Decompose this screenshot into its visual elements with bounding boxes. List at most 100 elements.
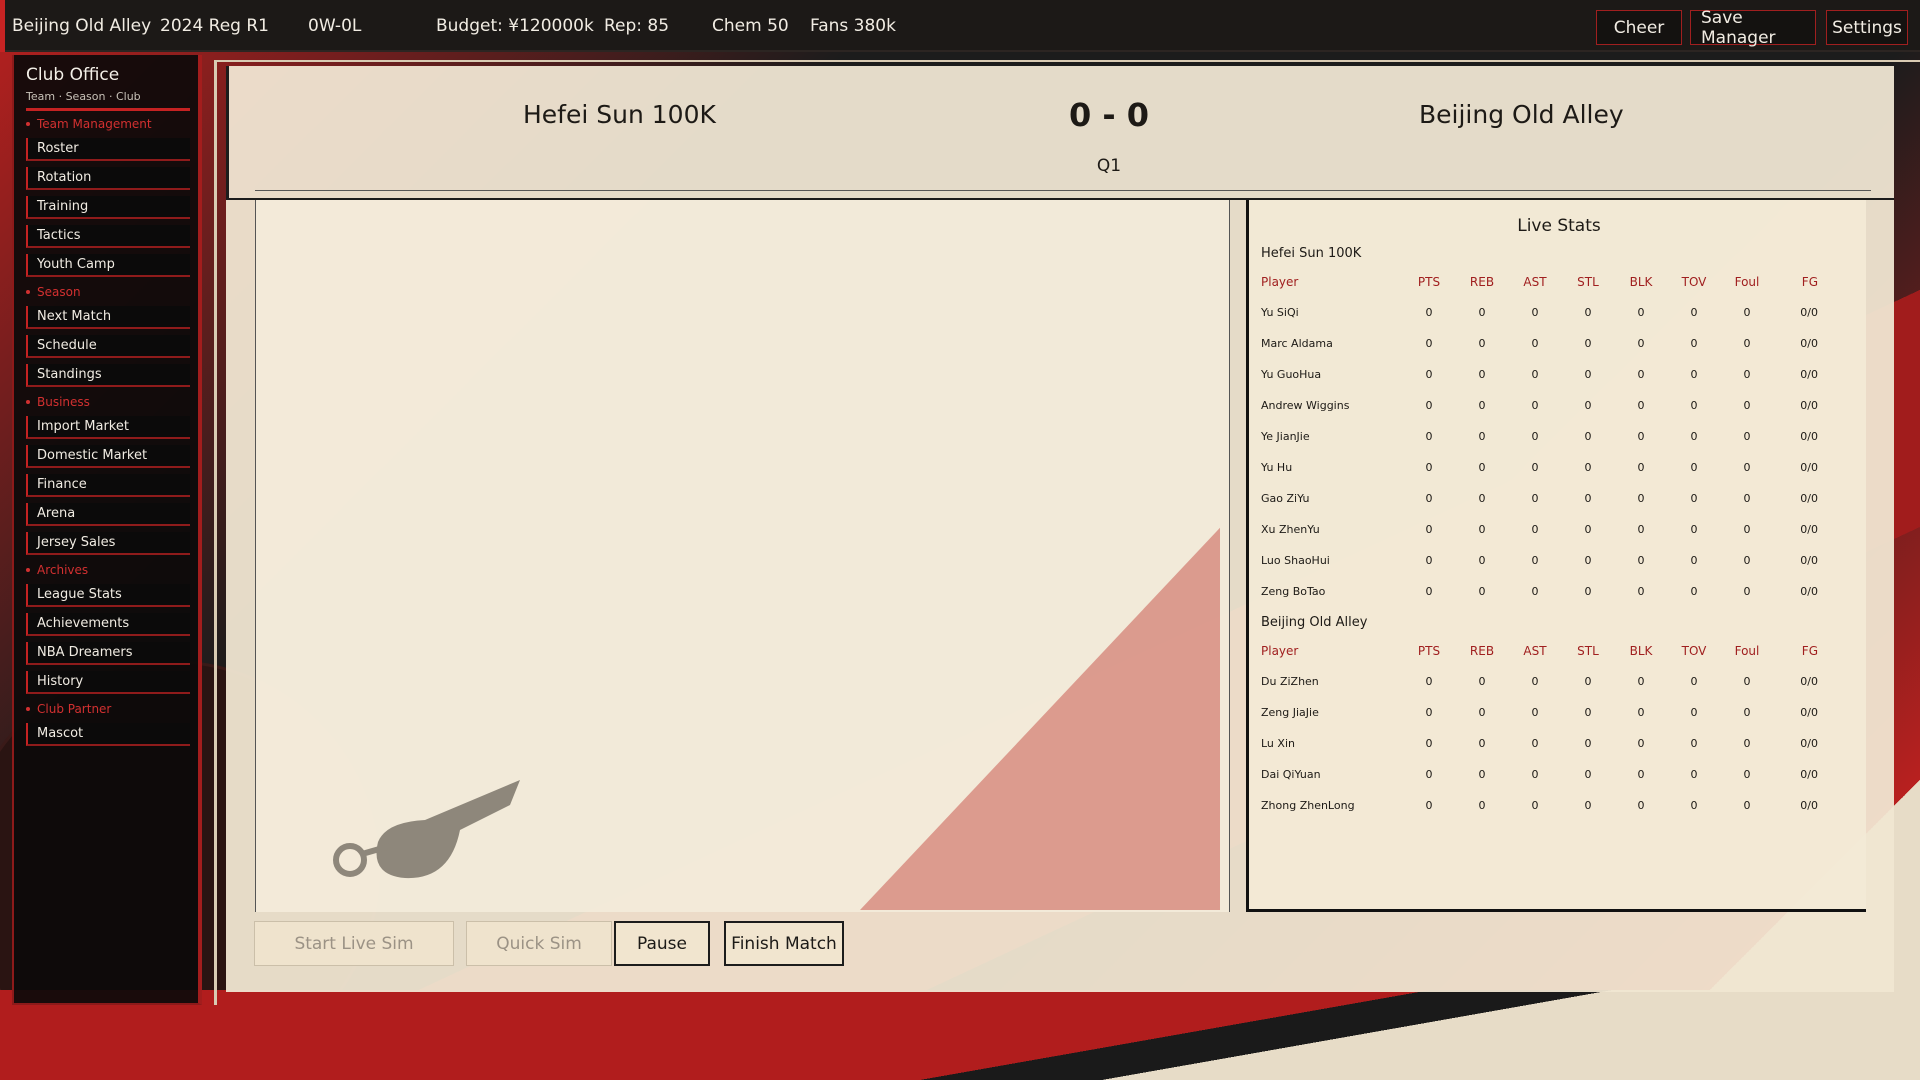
cheer-button[interactable]: Cheer <box>1596 10 1682 45</box>
quarter-label: Q1 <box>1096 156 1122 176</box>
app-background: Beijing Old Alley 2024 Reg R1 0W-0L Budg… <box>0 0 1920 1080</box>
col-blk: BLK <box>1629 644 1653 658</box>
sidebar-item-finance[interactable]: Finance <box>26 474 190 497</box>
sidebar-item-training[interactable]: Training <box>26 196 190 219</box>
foul-value: 0 <box>1743 706 1751 719</box>
sidebar-item-league-stats[interactable]: League Stats <box>26 584 190 607</box>
ast-value: 0 <box>1531 306 1539 319</box>
foul-value: 0 <box>1743 492 1751 505</box>
sidebar-item-tactics[interactable]: Tactics <box>26 225 190 248</box>
reb-value: 0 <box>1478 799 1486 812</box>
col-tov: TOV <box>1681 644 1707 658</box>
settings-button[interactable]: Settings <box>1826 10 1908 45</box>
sidebar-item-history[interactable]: History <box>26 671 190 694</box>
sidebar-item-next-match[interactable]: Next Match <box>26 306 190 329</box>
ast-value: 0 <box>1531 706 1539 719</box>
start-live-sim-button[interactable]: Start Live Sim <box>254 921 454 966</box>
fg-value: 0/0 <box>1800 492 1818 505</box>
live-stats-panel: Live Stats Hefei Sun 100K Player PTS REB… <box>1246 200 1866 912</box>
tov-value: 0 <box>1690 585 1698 598</box>
foul-value: 0 <box>1743 337 1751 350</box>
fg-value: 0/0 <box>1800 368 1818 381</box>
reb-value: 0 <box>1478 737 1486 750</box>
col-fg: FG <box>1801 275 1818 289</box>
section-season: Season <box>26 285 81 299</box>
section-label: Business <box>37 395 90 409</box>
tov-value: 0 <box>1690 554 1698 567</box>
foul-value: 0 <box>1743 430 1751 443</box>
reb-value: 0 <box>1478 585 1486 598</box>
reb-value: 0 <box>1478 523 1486 536</box>
pts-value: 0 <box>1425 675 1433 688</box>
sidebar-item-nba-dreamers[interactable]: NBA Dreamers <box>26 642 190 665</box>
tov-value: 0 <box>1690 492 1698 505</box>
blk-value: 0 <box>1637 585 1645 598</box>
player-name: Gao ZiYu <box>1261 492 1310 505</box>
sidebar-item-rotation[interactable]: Rotation <box>26 167 190 190</box>
ast-value: 0 <box>1531 430 1539 443</box>
stl-value: 0 <box>1584 399 1592 412</box>
section-label: Team Management <box>37 117 152 131</box>
pts-value: 0 <box>1425 368 1433 381</box>
foul-value: 0 <box>1743 768 1751 781</box>
col-reb: REB <box>1469 275 1495 289</box>
stl-value: 0 <box>1584 306 1592 319</box>
player-name: Andrew Wiggins <box>1261 399 1350 412</box>
pause-button[interactable]: Pause <box>614 921 710 966</box>
foul-value: 0 <box>1743 399 1751 412</box>
sidebar-item-roster[interactable]: Roster <box>26 138 190 161</box>
sidebar-item-standings[interactable]: Standings <box>26 364 190 387</box>
fg-value: 0/0 <box>1800 337 1818 350</box>
blk-value: 0 <box>1637 554 1645 567</box>
player-name: Ye JianJie <box>1261 430 1310 443</box>
tov-value: 0 <box>1690 399 1698 412</box>
sidebar-title: Club Office <box>26 65 120 85</box>
col-foul: Foul <box>1734 275 1760 289</box>
scoreboard: Hefei Sun 100K 0 - 0 Beijing Old Alley Q… <box>226 66 1894 200</box>
tov-value: 0 <box>1690 430 1698 443</box>
home-team-name: Hefei Sun 100K <box>523 100 716 129</box>
chemistry-label: Chem 50 <box>712 16 789 36</box>
foul-value: 0 <box>1743 585 1751 598</box>
ast-value: 0 <box>1531 585 1539 598</box>
bullet-icon <box>26 400 30 404</box>
reb-value: 0 <box>1478 554 1486 567</box>
sidebar-item-import-market[interactable]: Import Market <box>26 416 190 439</box>
sidebar-item-achievements[interactable]: Achievements <box>26 613 190 636</box>
sidebar-item-youth-camp[interactable]: Youth Camp <box>26 254 190 277</box>
blk-value: 0 <box>1637 461 1645 474</box>
season-label: 2024 Reg R1 <box>160 16 269 36</box>
stats-row: Du ZiZhen 0 0 0 0 0 0 0 0/0 <box>1261 675 1861 695</box>
save-manager-button[interactable]: Save Manager <box>1690 8 1816 48</box>
player-name: Lu Xin <box>1261 737 1295 750</box>
sidebar-item-domestic-market[interactable]: Domestic Market <box>26 445 190 468</box>
tov-value: 0 <box>1690 368 1698 381</box>
away-stats-header: Player PTS REB AST STL BLK TOV Foul FG <box>1261 644 1861 664</box>
top-bar-accent <box>0 0 5 52</box>
fg-value: 0/0 <box>1800 768 1818 781</box>
sidebar-item-jersey-sales[interactable]: Jersey Sales <box>26 532 190 555</box>
sidebar-item-mascot[interactable]: Mascot <box>26 723 190 746</box>
finish-match-button[interactable]: Finish Match <box>724 921 844 966</box>
reb-value: 0 <box>1478 337 1486 350</box>
stats-row: Lu Xin 0 0 0 0 0 0 0 0/0 <box>1261 737 1861 757</box>
ast-value: 0 <box>1531 368 1539 381</box>
col-ast: AST <box>1523 275 1547 289</box>
stl-value: 0 <box>1584 523 1592 536</box>
sidebar: Club Office Team · Season · Club Team Ma… <box>12 55 202 1005</box>
sidebar-item-arena[interactable]: Arena <box>26 503 190 526</box>
reb-value: 0 <box>1478 706 1486 719</box>
top-bar: Beijing Old Alley 2024 Reg R1 0W-0L Budg… <box>0 0 1920 52</box>
tov-value: 0 <box>1690 768 1698 781</box>
ast-value: 0 <box>1531 461 1539 474</box>
pts-value: 0 <box>1425 461 1433 474</box>
quick-sim-button[interactable]: Quick Sim <box>466 921 612 966</box>
stl-value: 0 <box>1584 492 1592 505</box>
player-name: Xu ZhenYu <box>1261 523 1320 536</box>
stats-row: Andrew Wiggins 0 0 0 0 0 0 0 0/0 <box>1261 399 1861 419</box>
col-stl: STL <box>1577 644 1599 658</box>
col-fg: FG <box>1801 644 1818 658</box>
foul-value: 0 <box>1743 368 1751 381</box>
stl-value: 0 <box>1584 368 1592 381</box>
sidebar-item-schedule[interactable]: Schedule <box>26 335 190 358</box>
